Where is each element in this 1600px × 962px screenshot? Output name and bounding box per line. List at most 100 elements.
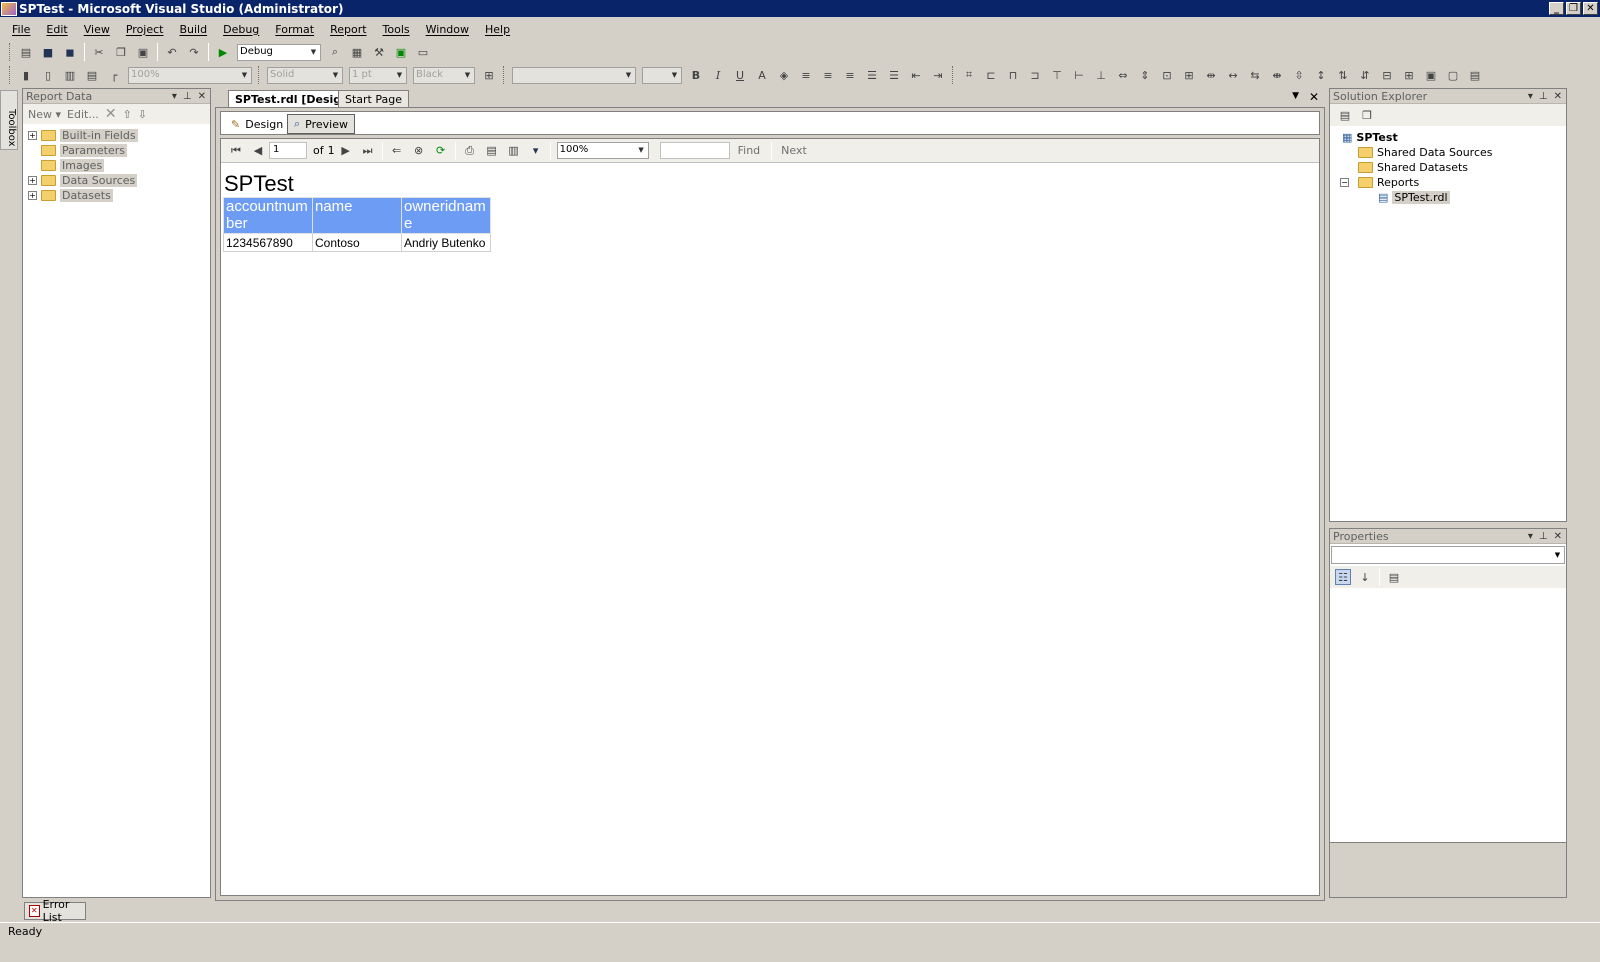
bring-to-front-icon[interactable]: ▣: [1423, 67, 1439, 83]
panel-menu-icon[interactable]: ▾: [1528, 531, 1533, 542]
remove-v-spacing-icon[interactable]: ⇵: [1357, 67, 1373, 83]
start-debug-icon[interactable]: ▶: [215, 44, 231, 60]
cut-icon[interactable]: ✂: [91, 44, 107, 60]
underline-icon[interactable]: U: [732, 67, 748, 83]
new-button[interactable]: New ▾: [28, 108, 61, 121]
numbered-list-icon[interactable]: ☰: [864, 67, 880, 83]
send-to-back-icon[interactable]: ▢: [1445, 67, 1461, 83]
expand-icon[interactable]: +: [28, 131, 37, 140]
align-to-grid-icon[interactable]: ⌗: [961, 67, 977, 83]
move-up-icon[interactable]: ⇧: [123, 108, 132, 121]
tab-start-page[interactable]: Start Page: [338, 90, 409, 108]
previous-page-icon[interactable]: ◀: [250, 143, 266, 159]
export-icon[interactable]: ▾: [528, 143, 544, 159]
undo-icon[interactable]: ↶: [164, 44, 180, 60]
same-height-icon[interactable]: ⇕: [1137, 67, 1153, 83]
borders-icon[interactable]: ⊞: [481, 67, 497, 83]
align-left-icon[interactable]: ≡: [798, 67, 814, 83]
tab-dropdown-icon[interactable]: ▼: [1292, 91, 1299, 101]
current-page-input[interactable]: 1: [269, 142, 307, 159]
font-size-select[interactable]: ▼: [642, 66, 682, 84]
move-down-icon[interactable]: ⇩: [138, 108, 147, 121]
find-text-input[interactable]: [659, 142, 730, 159]
property-pages-icon[interactable]: ▤: [1386, 569, 1402, 585]
save-all-icon[interactable]: ◼: [62, 44, 78, 60]
solution-config-select[interactable]: Debug ▼: [237, 43, 321, 61]
properties-icon[interactable]: ▤: [1337, 107, 1353, 123]
background-icon[interactable]: ▮: [18, 67, 34, 83]
zoom-select[interactable]: 100% ▼: [128, 66, 252, 84]
menu-file[interactable]: File: [4, 23, 38, 36]
print-layout-icon[interactable]: ▤: [484, 143, 500, 159]
refresh-icon[interactable]: ⟳: [433, 143, 449, 159]
categorized-icon[interactable]: ☷: [1335, 569, 1351, 585]
menu-window[interactable]: Window: [418, 23, 477, 36]
panel-close-icon[interactable]: ✕: [1554, 531, 1562, 542]
border-width-select[interactable]: 1 pt ▼: [349, 66, 407, 84]
tree-item-built-in-fields[interactable]: + Built-in Fields: [23, 128, 210, 143]
expand-icon[interactable]: +: [28, 176, 37, 185]
italic-icon[interactable]: I: [710, 67, 726, 83]
increase-h-spacing-icon[interactable]: ↔: [1225, 67, 1241, 83]
menu-view[interactable]: View: [76, 23, 118, 36]
bulleted-list-icon[interactable]: ☰: [886, 67, 902, 83]
paste-icon[interactable]: ▣: [135, 44, 151, 60]
tree-item-reports[interactable]: − Reports: [1330, 175, 1566, 190]
last-page-icon[interactable]: ⏭: [360, 143, 376, 159]
tab-preview[interactable]: ⌕ Preview: [287, 114, 355, 134]
solution-explorer-icon[interactable]: ▦: [349, 44, 365, 60]
pin-icon[interactable]: ⊥: [1539, 531, 1548, 542]
tree-item-project[interactable]: ▦ SPTest: [1330, 130, 1566, 145]
restore-button[interactable]: ❐: [1566, 2, 1581, 15]
show-all-files-icon[interactable]: ❐: [1359, 107, 1375, 123]
alphabetical-icon[interactable]: ↓: [1357, 569, 1373, 585]
tree-item-datasets[interactable]: + Datasets: [23, 188, 210, 203]
copy-icon[interactable]: ❐: [113, 44, 129, 60]
minimize-button[interactable]: _: [1549, 2, 1564, 15]
font-family-select[interactable]: ▼: [512, 66, 636, 84]
toolbar-grip[interactable]: [9, 66, 12, 84]
same-size-icon[interactable]: ⊡: [1159, 67, 1175, 83]
document-close-icon[interactable]: ✕: [1309, 90, 1319, 104]
align-tops-icon[interactable]: ⊤: [1049, 67, 1065, 83]
object-select[interactable]: ▼: [1331, 546, 1565, 564]
vertical-spacing-icon[interactable]: ⇳: [1291, 67, 1307, 83]
find-button[interactable]: Find: [738, 144, 761, 157]
border-style-select[interactable]: Solid ▼: [267, 66, 343, 84]
find-next-button[interactable]: Next: [781, 144, 807, 157]
print-icon[interactable]: ⎙: [462, 143, 478, 159]
pin-icon[interactable]: ⊥: [183, 91, 192, 102]
align-centers-icon[interactable]: ⊓: [1005, 67, 1021, 83]
panel-menu-icon[interactable]: ▾: [1528, 91, 1533, 102]
center-horizontally-icon[interactable]: ⊟: [1379, 67, 1395, 83]
new-project-icon[interactable]: ▤: [18, 44, 34, 60]
same-width-icon[interactable]: ⇔: [1115, 67, 1131, 83]
error-list-tab[interactable]: ✕ Error List: [24, 898, 86, 924]
first-page-icon[interactable]: ⏮: [228, 143, 244, 159]
toolbox-tab[interactable]: Toolbox: [0, 90, 18, 150]
foreground-icon[interactable]: ▯: [40, 67, 56, 83]
increase-indent-icon[interactable]: ⇥: [930, 67, 946, 83]
horizontal-spacing-icon[interactable]: ⇹: [1203, 67, 1219, 83]
menu-tools[interactable]: Tools: [375, 23, 418, 36]
menu-help[interactable]: Help: [477, 23, 518, 36]
align-bottoms-icon[interactable]: ⊥: [1093, 67, 1109, 83]
report-layout-icon[interactable]: ▤: [1467, 67, 1483, 83]
find-in-files-icon[interactable]: ⌕: [327, 44, 343, 60]
align-rights-icon[interactable]: ⊐: [1027, 67, 1043, 83]
collapse-icon[interactable]: −: [1340, 178, 1349, 187]
preview-zoom-select[interactable]: 100% ▼: [556, 142, 649, 159]
stop-icon[interactable]: ⊗: [411, 143, 427, 159]
back-icon[interactable]: ⇐: [389, 143, 405, 159]
tree-item-sptest-rdl[interactable]: ▤ SPTest.rdl: [1330, 190, 1566, 205]
tab-design[interactable]: ✎ Design: [225, 114, 289, 134]
toolbar-grip[interactable]: [503, 66, 506, 84]
object-browser-icon[interactable]: ▣: [393, 44, 409, 60]
save-icon[interactable]: ■: [40, 44, 56, 60]
panel-close-icon[interactable]: ✕: [1554, 91, 1562, 102]
font-color-icon[interactable]: A: [754, 67, 770, 83]
remove-h-spacing-icon[interactable]: ⇼: [1269, 67, 1285, 83]
increase-v-spacing-icon[interactable]: ↕: [1313, 67, 1329, 83]
decrease-v-spacing-icon[interactable]: ⇅: [1335, 67, 1351, 83]
properties-icon[interactable]: ⚒: [371, 44, 387, 60]
